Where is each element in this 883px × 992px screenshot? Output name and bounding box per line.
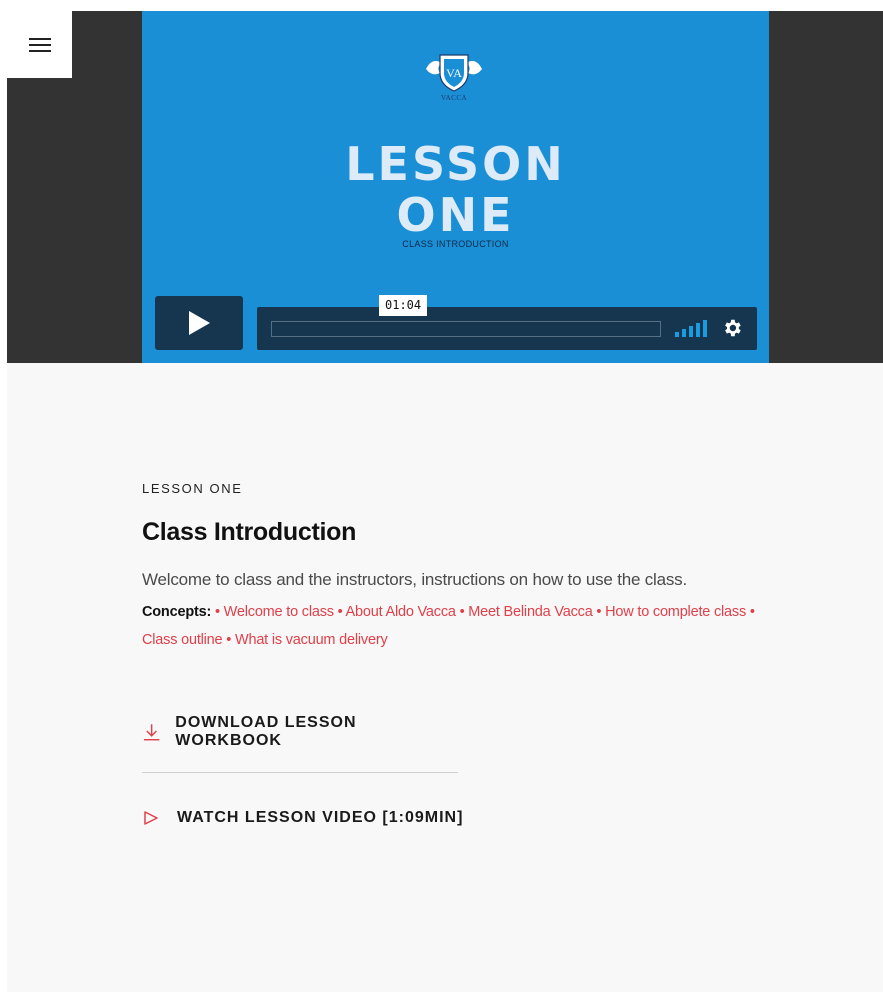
concept-link[interactable]: About Aldo Vacca	[346, 604, 456, 620]
lesson-eyebrow: LESSON ONE	[142, 481, 243, 496]
concept-separator: •	[455, 604, 469, 620]
hamburger-icon	[28, 37, 51, 52]
concepts-list: Concepts: • Welcome to class • About Ald…	[142, 598, 782, 654]
volume-bars-icon[interactable]	[675, 319, 709, 337]
slide-subtitle: CLASS INTRODUCTION	[402, 239, 509, 249]
progress-bar[interactable]	[271, 321, 661, 337]
concept-separator: •	[214, 604, 224, 620]
concept-separator: •	[592, 604, 606, 620]
gear-icon[interactable]	[721, 317, 743, 339]
play-outline-icon	[144, 811, 158, 825]
download-icon	[143, 724, 160, 741]
watch-video-label: WATCH LESSON VIDEO [1:09MIN]	[177, 809, 464, 826]
logo-text: VACCA	[440, 94, 468, 102]
concept-separator: •	[746, 604, 755, 620]
concept-link[interactable]: How to complete class	[605, 604, 746, 620]
logo-monogram: VA	[446, 66, 462, 80]
lesson-description: Welcome to class and the instructors, in…	[142, 570, 688, 589]
concept-link[interactable]: Meet Belinda Vacca	[468, 604, 592, 620]
concept-link[interactable]: Welcome to class	[224, 604, 334, 620]
concept-link[interactable]: Class outline	[142, 632, 223, 648]
lesson-content: LESSON ONE Class Introduction Welcome to…	[142, 481, 782, 827]
slide-title-line2: ONE	[396, 188, 515, 242]
time-tooltip: 01:04	[379, 295, 428, 316]
play-button[interactable]	[155, 296, 243, 350]
video-player[interactable]: VA VACCA LESSON ONE CLASS INTRODUCTION 0…	[142, 11, 769, 363]
play-icon	[189, 311, 210, 335]
crest-logo: VA VACCA	[422, 47, 486, 109]
concept-separator: •	[222, 632, 235, 648]
watch-video-link[interactable]: WATCH LESSON VIDEO [1:09MIN]	[142, 809, 782, 827]
menu-button[interactable]	[7, 11, 72, 78]
control-bar	[257, 307, 757, 350]
download-workbook-label: DOWNLOAD LESSON WORKBOOK	[175, 714, 357, 749]
lesson-title: Class Introduction	[142, 518, 357, 546]
download-workbook-link[interactable]: DOWNLOAD LESSON WORKBOOK	[142, 714, 458, 773]
video-band: VA VACCA LESSON ONE CLASS INTRODUCTION 0…	[7, 11, 883, 363]
concept-separator: •	[333, 604, 346, 620]
page-frame: VA VACCA LESSON ONE CLASS INTRODUCTION 0…	[7, 11, 883, 992]
concepts-label: Concepts:	[142, 604, 212, 620]
slide-title-line1: LESSON	[345, 137, 566, 191]
concept-link[interactable]: What is vacuum delivery	[235, 632, 388, 648]
